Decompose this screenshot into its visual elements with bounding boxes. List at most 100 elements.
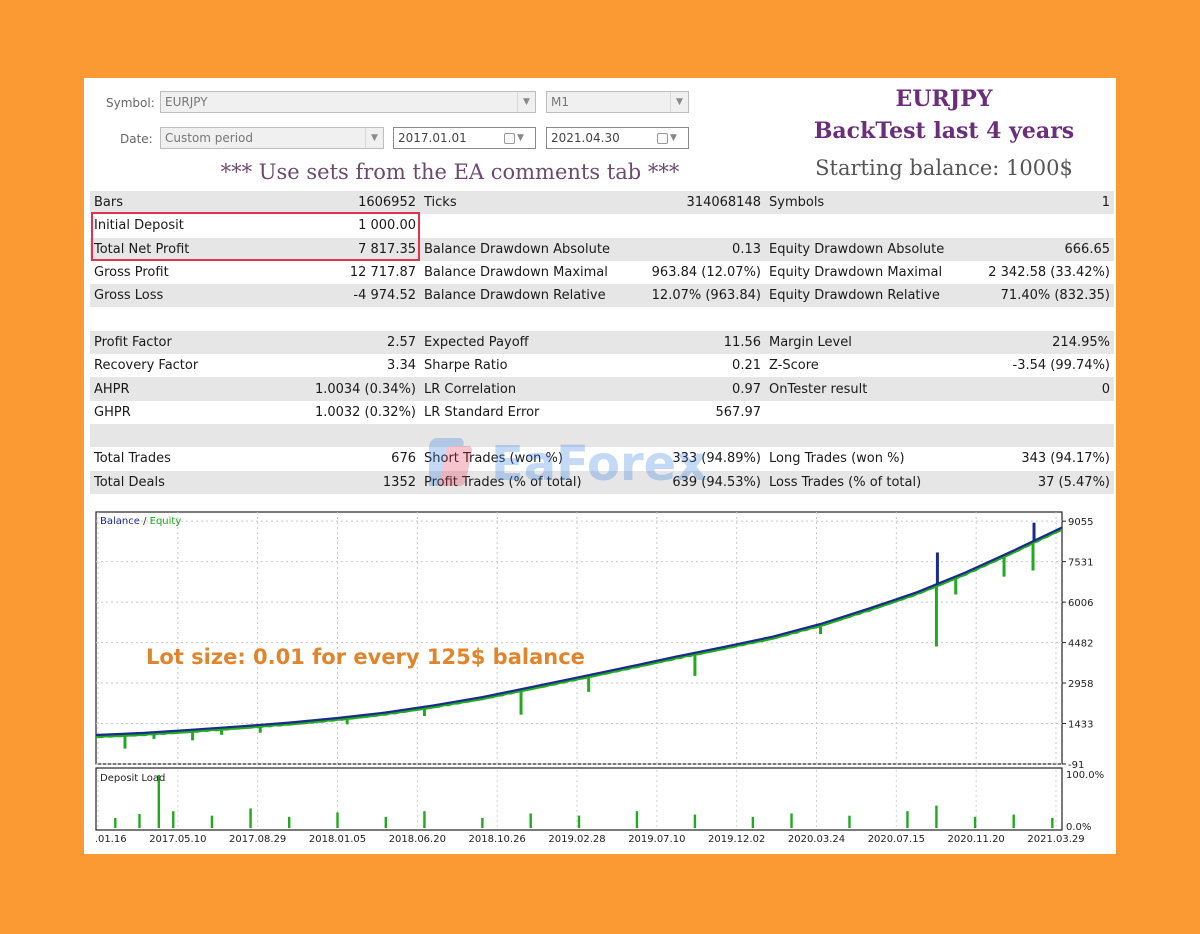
deposit-load-bar	[751, 816, 755, 828]
stat-value: 314068148	[686, 195, 761, 211]
date-to-field[interactable]: 2021.04.30 ▼	[546, 127, 689, 149]
deposit-load-bar	[172, 811, 175, 828]
stats-cell: Loss Trades (% of total) 37 (5.47%)	[765, 471, 1114, 494]
deposit-tick-label: 0.0%	[1066, 822, 1091, 833]
x-tick-label: 2018.10.26	[469, 834, 526, 845]
calendar-icon[interactable]: ▼	[657, 131, 685, 145]
deposit-load-bar	[529, 813, 532, 828]
x-axis-ticks: 2017.01.16 2017.05.10 2017.08.29 2018.01.05…	[94, 834, 1085, 845]
stats-cell	[90, 424, 420, 447]
stat-label: Sharpe Ratio	[424, 358, 508, 374]
stat-label: Equity Drawdown Relative	[769, 288, 940, 304]
stats-cell: OnTester result 0	[765, 377, 1114, 400]
stats-cell: Sharpe Ratio 0.21	[420, 354, 765, 377]
deposit-load-bar	[114, 817, 117, 828]
stats-row: AHPR 1.0034 (0.34%) LR Correlation 0.97 OnTe…	[90, 377, 1114, 401]
stats-cell	[765, 307, 1114, 330]
stats-cell	[765, 424, 1114, 447]
chevron-down-icon[interactable]: ▼	[365, 128, 383, 148]
y-tick-label: 9055	[1068, 517, 1093, 528]
stat-label: Total Trades	[94, 451, 171, 467]
stats-row: GHPR 1.0032 (0.32%) LR Standard Error 567.9…	[90, 401, 1114, 424]
sets-note: *** Use sets from the EA comments tab **…	[220, 160, 680, 184]
stats-cell: LR Correlation 0.97	[420, 377, 765, 400]
stat-label: Ticks	[424, 195, 457, 211]
x-tick-label: 2017.05.10	[149, 834, 206, 845]
stat-label: OnTester result	[769, 381, 868, 397]
stat-label: AHPR	[94, 381, 130, 397]
stats-cell: Equity Drawdown Absolute 666.65	[765, 238, 1114, 261]
stats-cell: Bars 1606952	[90, 191, 420, 214]
x-tick-label: 2019.12.02	[708, 834, 765, 845]
stat-label: Z-Score	[769, 358, 819, 374]
stat-label: Gross Profit	[94, 265, 169, 281]
period-select[interactable]: Custom period ▼	[160, 127, 384, 149]
deposit-load-bar	[577, 815, 581, 828]
stats-cell: Gross Profit 12 717.87	[90, 261, 420, 284]
stat-label: Long Trades (won %)	[769, 451, 905, 467]
stat-value: 1352	[382, 474, 416, 490]
stat-value: 567.97	[715, 404, 762, 420]
deposit-load-bar	[249, 808, 252, 828]
deposit-load-bar	[288, 816, 291, 828]
chevron-down-icon[interactable]: ▼	[670, 92, 688, 112]
stat-label: LR Standard Error	[424, 404, 540, 420]
timeframe-select[interactable]: M1 ▼	[546, 91, 689, 113]
x-tick-label: 2018.01.05	[309, 834, 366, 845]
x-tick-label: 2018.06.20	[389, 834, 446, 845]
chart-legend: Balance / Equity	[100, 516, 181, 527]
stat-label: GHPR	[94, 404, 131, 420]
stats-cell: Gross Loss -4 974.52	[90, 284, 420, 307]
deposit-load-bar	[848, 815, 851, 828]
stat-label: Expected Payoff	[424, 334, 529, 350]
stats-cell: LR Standard Error 567.97	[420, 401, 765, 424]
stats-cell: GHPR 1.0032 (0.32%)	[90, 401, 420, 424]
stats-cell: Balance Drawdown Maximal 963.84 (12.07%)	[420, 261, 765, 284]
x-tick-label: 2019.02.28	[548, 834, 605, 845]
x-tick-label: 2019.07.10	[628, 834, 685, 845]
deposit-load-bar	[481, 817, 484, 828]
period-value: Custom period	[165, 131, 254, 145]
stats-cell: Total Deals 1352	[90, 471, 420, 494]
stats-row: Bars 1606952 Ticks 314068148 Symbols 1	[90, 191, 1114, 215]
chevron-down-icon[interactable]: ▼	[517, 92, 535, 112]
stat-label: Balance Drawdown Maximal	[424, 265, 608, 281]
stat-value: 0.21	[732, 358, 761, 374]
deposit-load-bar	[423, 811, 426, 828]
stats-cell: Profit Factor 2.57	[90, 331, 420, 354]
timeframe-value: M1	[551, 95, 569, 109]
deposit-load-bar	[210, 815, 214, 828]
deposit-load-bar	[790, 813, 793, 828]
stat-value: 666.65	[1064, 241, 1111, 257]
deposit-load-bar	[935, 805, 938, 828]
y-tick-label: 4482	[1068, 639, 1093, 650]
report-title: EURJPY	[895, 86, 993, 112]
stats-cell	[765, 401, 1114, 424]
stat-value: 11.56	[723, 334, 761, 350]
stat-label: Loss Trades (% of total)	[769, 474, 922, 490]
deposit-load-bar	[336, 812, 339, 828]
y-axis-ticks: -91143329584482600675319055	[1062, 517, 1093, 771]
deposit-load-bar	[384, 816, 387, 828]
symbol-select[interactable]: EURJPY ▼	[160, 91, 536, 113]
legend-balance: Balance	[100, 516, 140, 527]
lot-size-annotation: Lot size: 0.01 for every 125$ balance	[146, 645, 585, 669]
stats-cell: Equity Drawdown Relative 71.40% (832.35)	[765, 284, 1114, 307]
date-to-value: 2021.04.30	[551, 131, 620, 145]
stats-cell	[90, 307, 420, 330]
x-tick-label: 2021.03.29	[1027, 834, 1084, 845]
stat-value: 71.40% (832.35)	[1000, 288, 1110, 304]
stats-row: Gross Loss -4 974.52 Balance Drawdown Rela…	[90, 284, 1114, 308]
x-tick-label: 2020.11.20	[948, 834, 1005, 845]
stat-label: Symbols	[769, 195, 825, 211]
stats-cell: Margin Level 214.95%	[765, 331, 1114, 354]
calendar-icon[interactable]: ▼	[504, 131, 532, 145]
stat-label: Balance Drawdown Absolute	[424, 241, 610, 257]
date-from-field[interactable]: 2017.01.01 ▼	[393, 127, 536, 149]
stat-value: 37 (5.47%)	[1037, 474, 1110, 490]
stat-value: 3.34	[387, 358, 416, 374]
watermark-text: EaForex	[491, 436, 707, 492]
stat-label: Profit Factor	[94, 334, 172, 350]
y-tick-label: 2958	[1068, 679, 1093, 690]
stat-label: Equity Drawdown Maximal	[769, 265, 943, 281]
